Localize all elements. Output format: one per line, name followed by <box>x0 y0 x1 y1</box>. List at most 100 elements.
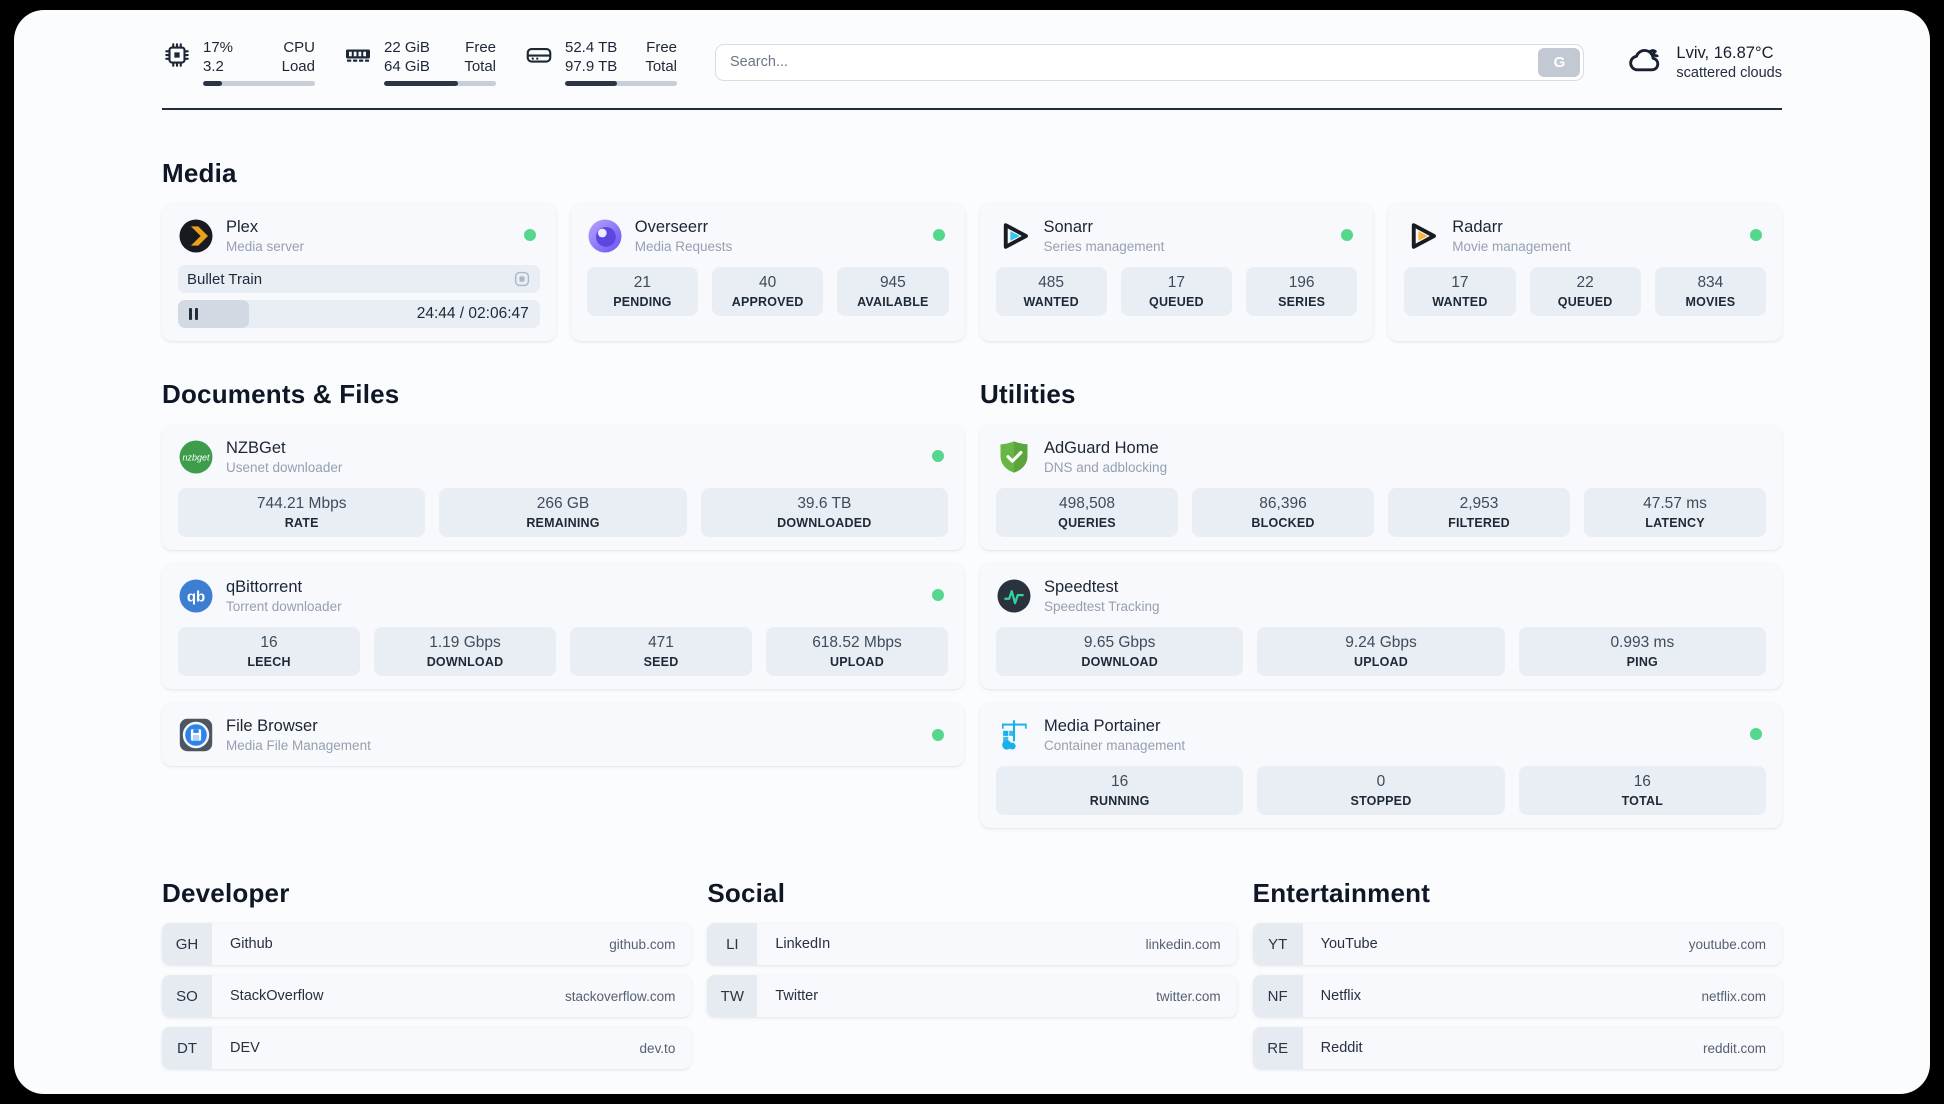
ram-icon <box>343 40 373 70</box>
weather-condition: scattered clouds <box>1676 64 1782 81</box>
cpu-stat: 17% 3.2 CPU Load <box>162 38 315 86</box>
link-badge: NF <box>1252 975 1303 1017</box>
link-dev[interactable]: DT DEV dev.to <box>162 1027 692 1069</box>
disk-stat: 52.4 TB 97.9 TB Free Total <box>524 38 677 86</box>
disk-free-label: Free <box>646 39 677 56</box>
portainer-icon <box>996 717 1032 753</box>
app-name: AdGuard Home <box>1044 439 1159 457</box>
radarr-icon <box>1404 218 1440 254</box>
link-stackoverflow[interactable]: SO StackOverflow stackoverflow.com <box>162 975 692 1017</box>
section-title-utilities: Utilities <box>980 379 1076 409</box>
card-overseerr[interactable]: Overseerr Media Requests 21 PENDING 40 A… <box>570 204 965 341</box>
documents-column: Documents & Files nzbget NZBGet Usenet d… <box>162 379 964 766</box>
card-portainer[interactable]: Media Portainer Container management 16 … <box>980 703 1782 828</box>
link-reddit[interactable]: RE Reddit reddit.com <box>1252 1027 1782 1069</box>
status-online-dot <box>932 229 945 241</box>
cpu-progress-fill <box>203 81 223 86</box>
app-name: Media Portainer <box>1044 717 1161 735</box>
app-name: Speedtest <box>1044 578 1119 596</box>
status-online-dot <box>932 728 944 741</box>
system-stats: 17% 3.2 CPU Load 22 GiB 64 GiB Free Tota… <box>162 38 677 86</box>
card-qbittorrent[interactable]: qb qBittorrent Torrent downloader 16 LEE… <box>162 564 964 689</box>
social-column: Social LI LinkedIn linkedin.com TW Twitt… <box>707 878 1237 1017</box>
app-name: Overseerr <box>634 218 709 236</box>
disk-free-value: 52.4 TB <box>565 39 618 56</box>
section-title-documents: Documents & Files <box>162 379 400 409</box>
svg-text:nzbget: nzbget <box>182 452 210 462</box>
stat-upload: 618.52 Mbps UPLOAD <box>766 627 948 676</box>
status-online-dot <box>932 589 944 601</box>
card-radarr[interactable]: Radarr Movie management 17 WANTED 22 QUE… <box>1388 204 1782 341</box>
stat-movies: 834 MOVIES <box>1654 267 1766 316</box>
card-plex[interactable]: Plex Media server Bullet Train 24:44 / 0… <box>162 204 556 341</box>
link-github[interactable]: GH Github github.com <box>162 923 692 965</box>
stat-latency: 47.57 ms LATENCY <box>1584 488 1766 537</box>
playback-time: 24:44 / 02:06:47 <box>416 305 529 322</box>
qbittorrent-icon: qb <box>178 578 214 614</box>
stat-filtered: 2,953 FILTERED <box>1388 488 1570 537</box>
speedtest-icon <box>996 578 1032 614</box>
search-bar: G <box>715 43 1585 81</box>
stat-series: 196 SERIES <box>1246 267 1358 316</box>
card-filebrowser[interactable]: File Browser Media File Management <box>162 703 964 766</box>
weather-widget: Lviv, 16.87°C scattered clouds <box>1626 41 1782 84</box>
section-title-entertainment: Entertainment <box>1252 878 1431 908</box>
stat-wanted: 17 WANTED <box>1404 267 1516 316</box>
status-online-dot <box>523 229 536 241</box>
disk-icon <box>524 40 554 70</box>
cast-icon[interactable] <box>513 270 531 288</box>
search-input[interactable] <box>715 43 1585 81</box>
pause-icon[interactable] <box>189 308 198 320</box>
stat-downloaded: 39.6 TB DOWNLOADED <box>700 488 948 537</box>
memory-total-label: Total <box>464 58 496 75</box>
status-online-dot <box>932 450 944 462</box>
link-twitter[interactable]: TW Twitter twitter.com <box>707 975 1237 1017</box>
app-name: File Browser <box>226 717 318 735</box>
adguard-icon <box>996 439 1032 475</box>
stat-pending: 21 PENDING <box>586 267 698 316</box>
link-badge: RE <box>1252 1027 1303 1069</box>
link-linkedin[interactable]: LI LinkedIn linkedin.com <box>707 923 1237 965</box>
entertainment-column: Entertainment YT YouTube youtube.com NF … <box>1252 878 1782 1069</box>
link-netflix[interactable]: NF Netflix netflix.com <box>1252 975 1782 1017</box>
card-nzbget[interactable]: nzbget NZBGet Usenet downloader 744.21 M… <box>162 425 964 550</box>
nzbget-icon: nzbget <box>178 439 214 475</box>
cpu-icon <box>162 40 192 70</box>
stat-queued: 17 QUEUED <box>1120 267 1232 316</box>
memory-stat: 22 GiB 64 GiB Free Total <box>343 38 496 86</box>
section-title-developer: Developer <box>162 878 290 908</box>
stat-download: 1.19 Gbps DOWNLOAD <box>374 627 556 676</box>
link-youtube[interactable]: YT YouTube youtube.com <box>1252 923 1782 965</box>
link-badge: LI <box>707 923 758 965</box>
cloud-icon <box>1626 41 1664 84</box>
stat-upload: 9.24 Gbps UPLOAD <box>1257 627 1505 676</box>
memory-total-value: 64 GiB <box>384 58 430 75</box>
memory-free-label: Free <box>465 39 496 56</box>
stat-queries: 498,508 QUERIES <box>996 488 1178 537</box>
header-divider <box>162 108 1782 110</box>
card-sonarr[interactable]: Sonarr Series management 485 WANTED 17 Q… <box>979 204 1374 341</box>
app-subtitle: Media server <box>226 239 305 254</box>
cpu-usage-label: CPU <box>283 39 315 56</box>
app-name: NZBGet <box>226 439 286 457</box>
stat-remaining: 266 GB REMAINING <box>439 488 687 537</box>
search-engine-button[interactable]: G <box>1538 47 1581 77</box>
card-adguard[interactable]: AdGuard Home DNS and adblocking 498,508 … <box>980 425 1782 550</box>
disk-total-value: 97.9 TB <box>565 58 618 75</box>
app-name: Radarr <box>1452 218 1503 236</box>
app-name: Sonarr <box>1043 218 1094 236</box>
app-name: Plex <box>226 218 259 236</box>
stat-wanted: 485 WANTED <box>995 267 1107 316</box>
dashboard-page: 17% 3.2 CPU Load 22 GiB 64 GiB Free Tota… <box>14 10 1930 1094</box>
memory-free-value: 22 GiB <box>384 39 430 56</box>
status-online-dot <box>1750 229 1762 241</box>
link-badge: YT <box>1252 923 1303 965</box>
overseerr-icon <box>587 218 623 254</box>
sonarr-icon <box>996 218 1032 254</box>
app-subtitle: Container management <box>1044 738 1186 753</box>
card-speedtest[interactable]: Speedtest Speedtest Tracking 9.65 Gbps D… <box>980 564 1782 689</box>
cpu-load-value: 3.2 <box>203 58 224 75</box>
app-subtitle: Movie management <box>1452 239 1571 254</box>
disk-progress-fill <box>565 81 617 86</box>
app-subtitle: Usenet downloader <box>226 460 343 475</box>
